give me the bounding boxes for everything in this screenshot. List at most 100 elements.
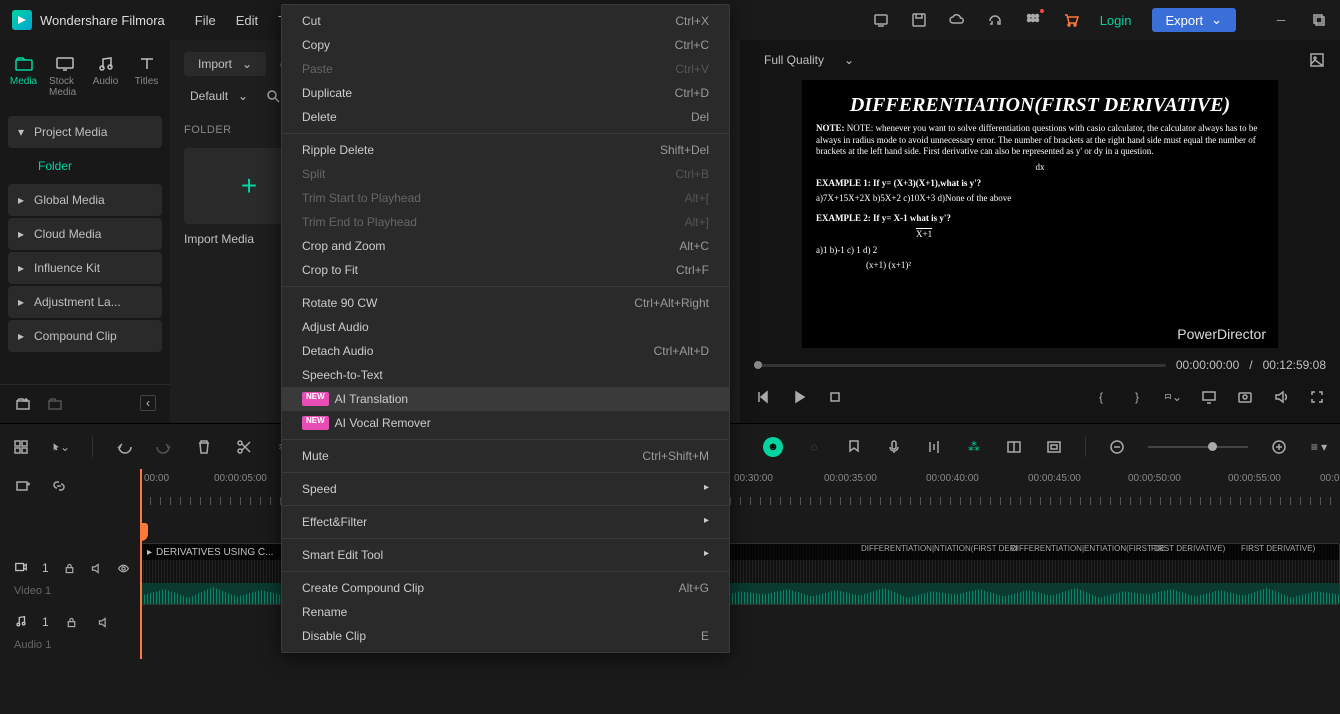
tree-global-media[interactable]: ▸Global Media (8, 184, 162, 216)
pointer-icon[interactable]: ⌄ (52, 438, 70, 456)
apps-icon[interactable] (1024, 11, 1042, 29)
tree-cloud-media[interactable]: ▸Cloud Media (8, 218, 162, 250)
export-button[interactable]: Export⌄ (1152, 8, 1236, 32)
import-button[interactable]: Import⌄ (184, 52, 266, 76)
ctx-item-adjust-audio[interactable]: Adjust Audio (282, 315, 729, 339)
play-icon[interactable] (790, 388, 808, 406)
layout-icon[interactable] (12, 438, 30, 456)
snapshot-icon[interactable] (1236, 388, 1254, 406)
tree-compound-clip[interactable]: ▸Compound Clip (8, 320, 162, 352)
ctx-item-crop-and-zoom[interactable]: Crop and ZoomAlt+C (282, 234, 729, 258)
ctx-item-duplicate[interactable]: DuplicateCtrl+D (282, 81, 729, 105)
video-preview[interactable]: DIFFERENTIATION(FIRST DERIVATIVE) NOTE: … (802, 80, 1278, 348)
screen-icon[interactable] (872, 11, 890, 29)
crop-outline-icon[interactable] (1045, 438, 1063, 456)
ctx-item-detach-audio[interactable]: Detach AudioCtrl+Alt+D (282, 339, 729, 363)
add-track-icon[interactable] (14, 477, 32, 495)
cart-icon[interactable] (1062, 11, 1080, 29)
panels-icon[interactable] (1005, 438, 1023, 456)
ctx-item-speed[interactable]: Speed (282, 477, 729, 501)
login-button[interactable]: Login (1100, 13, 1132, 28)
ctx-item-rename[interactable]: Rename (282, 600, 729, 624)
time-total: 00:12:59:08 (1263, 358, 1326, 372)
ctx-item-crop-to-fit[interactable]: Crop to FitCtrl+F (282, 258, 729, 282)
smart-icon[interactable]: ⁂ (965, 438, 983, 456)
mark-out-icon[interactable]: } (1128, 388, 1146, 406)
ctx-item-disable-clip[interactable]: Disable ClipE (282, 624, 729, 648)
tab-media[interactable]: Media (4, 48, 43, 106)
add-folder-icon[interactable] (14, 395, 32, 413)
split-icon[interactable] (235, 438, 253, 456)
zoom-out-icon[interactable] (1108, 438, 1126, 456)
fullscreen-icon[interactable] (1308, 388, 1326, 406)
eye-icon[interactable] (117, 559, 130, 577)
tree-influence-kit[interactable]: ▸Influence Kit (8, 252, 162, 284)
volume-icon[interactable] (1272, 388, 1290, 406)
tab-audio[interactable]: Audio (86, 48, 125, 106)
step-back-icon[interactable] (754, 388, 772, 406)
ctx-item-ripple-delete[interactable]: Ripple DeleteShift+Del (282, 138, 729, 162)
menu-file[interactable]: File (195, 13, 216, 28)
redo-icon[interactable] (155, 438, 173, 456)
stop-icon[interactable] (826, 388, 844, 406)
markers-icon[interactable]: ⌄ (1164, 388, 1182, 406)
ctx-item-effect-filter[interactable]: Effect&Filter (282, 510, 729, 534)
tree-adjustment-layer[interactable]: ▸Adjustment La... (8, 286, 162, 318)
image-icon[interactable] (1308, 51, 1326, 69)
caret-right-icon: ▸ (18, 227, 26, 241)
cloud-icon[interactable] (948, 11, 966, 29)
link-icon[interactable] (50, 477, 68, 495)
ruler-tick: 00:00:55:00 (1228, 473, 1281, 484)
tab-titles[interactable]: Titles (127, 48, 166, 106)
mute-track-icon[interactable] (90, 559, 103, 577)
frame-ex2o2: (x+1) (x+1)² (816, 260, 1264, 272)
undo-icon[interactable] (115, 438, 133, 456)
ctx-item-delete[interactable]: DeleteDel (282, 105, 729, 129)
ctx-item-speech-to-text[interactable]: Speech-to-Text (282, 363, 729, 387)
delete-icon[interactable] (195, 438, 213, 456)
tree-folder[interactable]: Folder (8, 150, 162, 182)
ctx-shortcut: Ctrl+F (676, 263, 709, 277)
preview-slider[interactable] (754, 364, 1166, 367)
mute-track-icon[interactable] (95, 613, 113, 631)
ctx-label: Ripple Delete (302, 143, 374, 157)
tab-label: Stock Media (49, 76, 80, 98)
zoom-slider[interactable] (1148, 446, 1248, 448)
ctx-item-mute[interactable]: MuteCtrl+Shift+M (282, 444, 729, 468)
tab-stock[interactable]: Stock Media (45, 48, 84, 106)
ctx-item-cut[interactable]: CutCtrl+X (282, 9, 729, 33)
audio-track-header[interactable]: 1 (0, 605, 140, 639)
ctx-item-rotate-90-cw[interactable]: Rotate 90 CWCtrl+Alt+Right (282, 291, 729, 315)
marker-icon[interactable] (845, 438, 863, 456)
ctx-item-smart-edit-tool[interactable]: Smart Edit Tool (282, 543, 729, 567)
display-icon[interactable] (1200, 388, 1218, 406)
tree-project-media[interactable]: ▾Project Media (8, 116, 162, 148)
ctx-item-ai-translation[interactable]: NEWAI Translation (282, 387, 729, 411)
lock-icon[interactable] (63, 613, 81, 631)
quality-select[interactable]: Full Quality⌄ (754, 50, 864, 70)
maximize-icon[interactable] (1310, 11, 1328, 29)
menu-edit[interactable]: Edit (236, 13, 258, 28)
ai-button[interactable]: ☻ (763, 437, 783, 457)
ctx-item-ai-vocal-remover[interactable]: NEWAI Vocal Remover (282, 411, 729, 435)
effect-icon[interactable]: ◌ (805, 438, 823, 456)
collapse-icon[interactable]: ‹ (140, 395, 156, 411)
audio-mix-icon[interactable] (925, 438, 943, 456)
import-folder-icon[interactable] (46, 395, 64, 413)
headset-icon[interactable] (986, 11, 1004, 29)
ctx-shortcut: E (701, 629, 709, 643)
ruler-tick: 00:00:45:00 (1028, 473, 1081, 484)
ctx-item-copy[interactable]: CopyCtrl+C (282, 33, 729, 57)
minimize-icon[interactable]: ─ (1272, 11, 1290, 29)
mark-in-icon[interactable]: { (1092, 388, 1110, 406)
sort-button[interactable]: Default⌄ (184, 86, 254, 106)
mic-icon[interactable] (885, 438, 903, 456)
playhead[interactable] (140, 469, 142, 659)
lock-icon[interactable] (63, 559, 76, 577)
zoom-in-icon[interactable] (1270, 438, 1288, 456)
search-icon[interactable] (264, 87, 282, 105)
video-track-header[interactable]: 1 (0, 551, 140, 585)
track-options-icon[interactable]: ≡ ▾ (1310, 438, 1328, 456)
save-icon[interactable] (910, 11, 928, 29)
ctx-item-create-compound-clip[interactable]: Create Compound ClipAlt+G (282, 576, 729, 600)
